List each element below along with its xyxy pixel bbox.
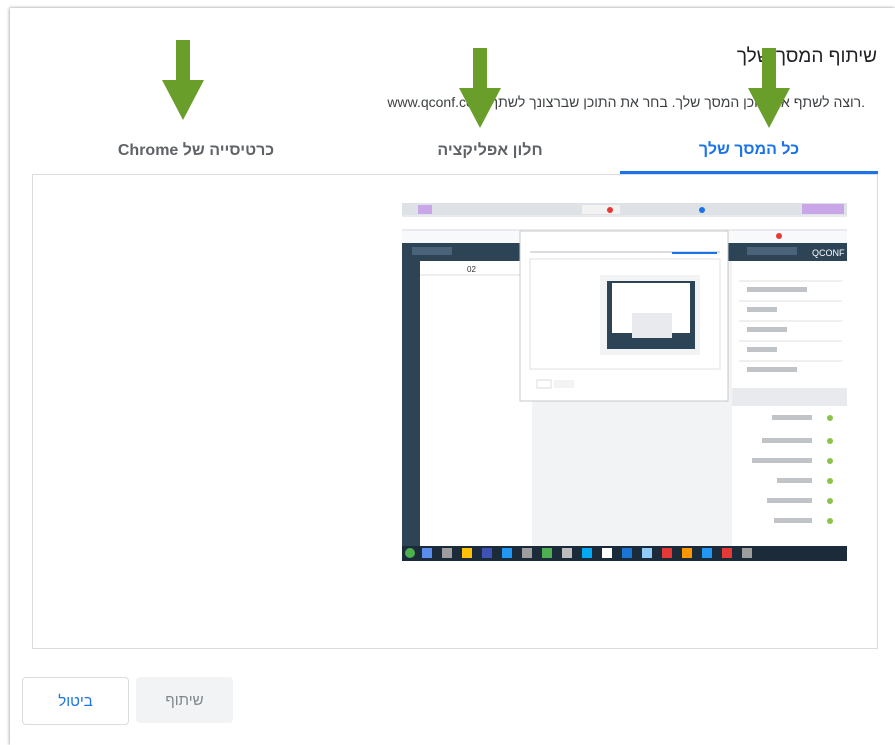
tab-chrome-tab[interactable]: כרטיסייה של Chrome bbox=[32, 128, 360, 173]
share-button[interactable]: שיתוף bbox=[136, 677, 233, 723]
tab-application-window[interactable]: חלון אפליקציה bbox=[360, 128, 620, 173]
source-tabs: כל המסך שלך חלון אפליקציה כרטיסייה של Ch… bbox=[32, 128, 878, 175]
cancel-button[interactable]: ביטול bbox=[22, 677, 129, 725]
arrow-down-icon bbox=[748, 48, 790, 128]
screen-thumbnail-image: QCONF 02 bbox=[402, 203, 847, 561]
share-screen-dialog: שיתוף המסך שלך .רוצה לשתף את תוכן המסך ש… bbox=[10, 8, 895, 745]
preview-panel: QCONF 02 bbox=[32, 174, 878, 649]
thumbnail-page-number: 02 bbox=[467, 265, 476, 274]
arrow-down-icon bbox=[459, 48, 501, 128]
background-edge bbox=[0, 0, 10, 745]
arrow-down-icon bbox=[162, 40, 204, 120]
tab-entire-screen[interactable]: כל המסך שלך bbox=[620, 128, 878, 174]
screen-thumbnail[interactable]: QCONF 02 bbox=[402, 203, 847, 561]
thumbnail-app-name: QCONF bbox=[812, 248, 845, 258]
